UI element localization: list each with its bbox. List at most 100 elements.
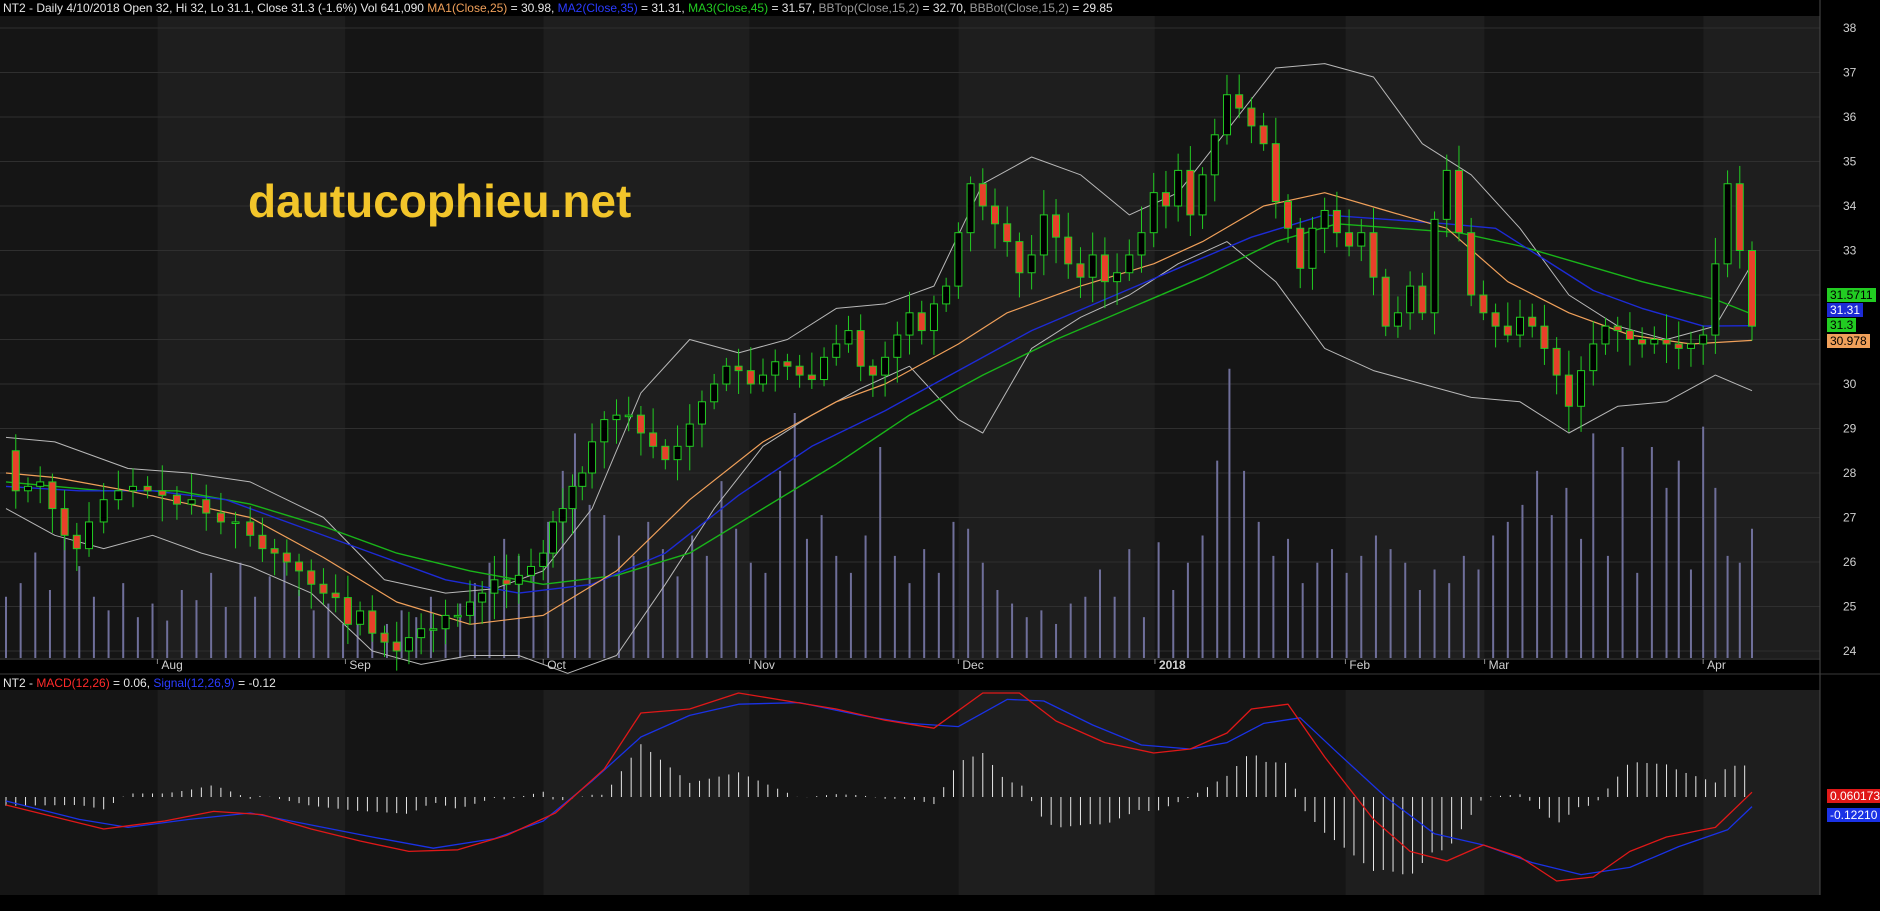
candle-down <box>258 534 267 550</box>
y-tick-label: 35 <box>1843 155 1857 169</box>
candle-down <box>1564 374 1573 407</box>
macd-band <box>0 690 158 895</box>
candle-up <box>1577 370 1586 407</box>
x-tick-label: Nov <box>754 658 775 672</box>
candle-down <box>1369 232 1378 278</box>
candle-up <box>114 490 123 501</box>
candle-down <box>1528 316 1537 327</box>
candle-up <box>1137 232 1146 256</box>
candle-up <box>710 383 719 403</box>
candle-down <box>343 597 352 625</box>
candle-down <box>1271 143 1280 203</box>
candle-down <box>202 499 211 514</box>
candle-up <box>23 485 32 492</box>
y-tick-label: 30 <box>1843 377 1857 391</box>
candle-up <box>1198 174 1207 216</box>
candle-up <box>600 419 609 443</box>
y-tick-label: 25 <box>1843 600 1857 614</box>
y-tick-label: 24 <box>1843 644 1857 658</box>
candle-up <box>85 521 94 550</box>
candle-down <box>1100 254 1109 283</box>
header-ohlc: NT2 - Daily 4/10/2018 Open 32, Hi 32, Lo… <box>3 1 428 15</box>
x-tick-label: 2018 <box>1159 658 1186 672</box>
candle-down <box>1052 214 1061 238</box>
candle-down <box>917 312 926 332</box>
price-panel-header: NT2 - Daily 4/10/2018 Open 32, Hi 32, Lo… <box>3 1 1113 15</box>
candle-up <box>36 481 45 487</box>
macd-band <box>1703 690 1820 895</box>
candle-up <box>441 614 450 630</box>
macd-panel-header: NT2 - MACD(12,26) = 0.06, Signal(12,26,9… <box>3 676 276 690</box>
candle-down <box>172 494 181 505</box>
candle-up <box>929 303 938 332</box>
candle-up <box>722 365 731 385</box>
candle-up <box>1516 316 1525 336</box>
candle-up <box>539 552 548 567</box>
macd-band <box>1345 690 1485 895</box>
candle-up <box>514 574 523 585</box>
candle-down <box>807 374 816 381</box>
macd-prefix: NT2 - <box>3 676 37 690</box>
candle-up <box>1699 334 1708 345</box>
candle-up <box>1430 218 1439 314</box>
macd-band <box>345 690 544 895</box>
candle-down <box>1613 325 1622 332</box>
candle-down <box>1259 125 1268 145</box>
ma2-label: MA2(Close,35) <box>557 1 638 15</box>
candle-up <box>568 485 577 510</box>
candle-up <box>1125 254 1134 274</box>
candle-up <box>356 610 365 625</box>
ma2-value: = 31.31, <box>637 1 689 15</box>
candle-down <box>1540 325 1549 349</box>
candle-up <box>832 343 841 358</box>
candle-up <box>1650 339 1659 345</box>
macd-value: = 0.06, <box>109 676 154 690</box>
ma3-label: MA3(Close,45) <box>688 1 769 15</box>
candle-up <box>404 637 413 652</box>
y-tick-label: 33 <box>1843 244 1857 258</box>
candle-up <box>478 592 487 603</box>
candle-down <box>1015 241 1024 274</box>
candle-up <box>1393 312 1402 327</box>
y-tick-label: 29 <box>1843 422 1857 436</box>
candle-down <box>1748 250 1756 327</box>
candle-down <box>856 330 865 367</box>
x-tick-label: Mar <box>1489 658 1510 672</box>
ma3-value: = 31.57, <box>768 1 819 15</box>
ma1-label: MA1(Close,25) <box>427 1 508 15</box>
candle-down <box>1284 201 1293 229</box>
candle-down <box>270 548 279 554</box>
y-tick-label: 34 <box>1843 199 1857 213</box>
candle-down <box>11 450 20 492</box>
x-tick-label: Aug <box>161 658 182 672</box>
macd-tag: 0.060173 <box>1827 789 1880 803</box>
signal-value: = -0.12 <box>234 676 276 690</box>
candle-down <box>746 370 755 385</box>
candle-up <box>685 423 694 447</box>
candle-down <box>319 583 328 594</box>
bbbot-value: = 29.85 <box>1068 1 1113 15</box>
candle-down <box>158 490 167 496</box>
candle-up <box>1601 325 1610 345</box>
ma1-tag: 30.978 <box>1827 334 1870 348</box>
candle-down <box>795 365 804 376</box>
candle-up <box>1222 94 1231 136</box>
signal-tag: -0.12210 <box>1827 808 1880 822</box>
candle-down <box>1345 232 1354 247</box>
candle-down <box>990 205 999 225</box>
candle-down <box>331 592 340 599</box>
candle-down <box>282 552 291 563</box>
candle-down <box>1625 330 1634 341</box>
candle-down <box>1332 209 1341 234</box>
candle-down <box>649 432 658 447</box>
candle-up <box>612 414 621 421</box>
candle-up <box>954 232 963 287</box>
ma3-tag: 31.5711 <box>1827 288 1876 302</box>
candle-up <box>490 579 499 594</box>
y-tick-label: 38 <box>1843 21 1857 35</box>
y-tick-label: 27 <box>1843 511 1857 525</box>
candle-up <box>1320 209 1329 229</box>
candle-up <box>465 601 474 616</box>
macd-band <box>1154 690 1346 895</box>
y-tick-label: 28 <box>1843 466 1857 480</box>
